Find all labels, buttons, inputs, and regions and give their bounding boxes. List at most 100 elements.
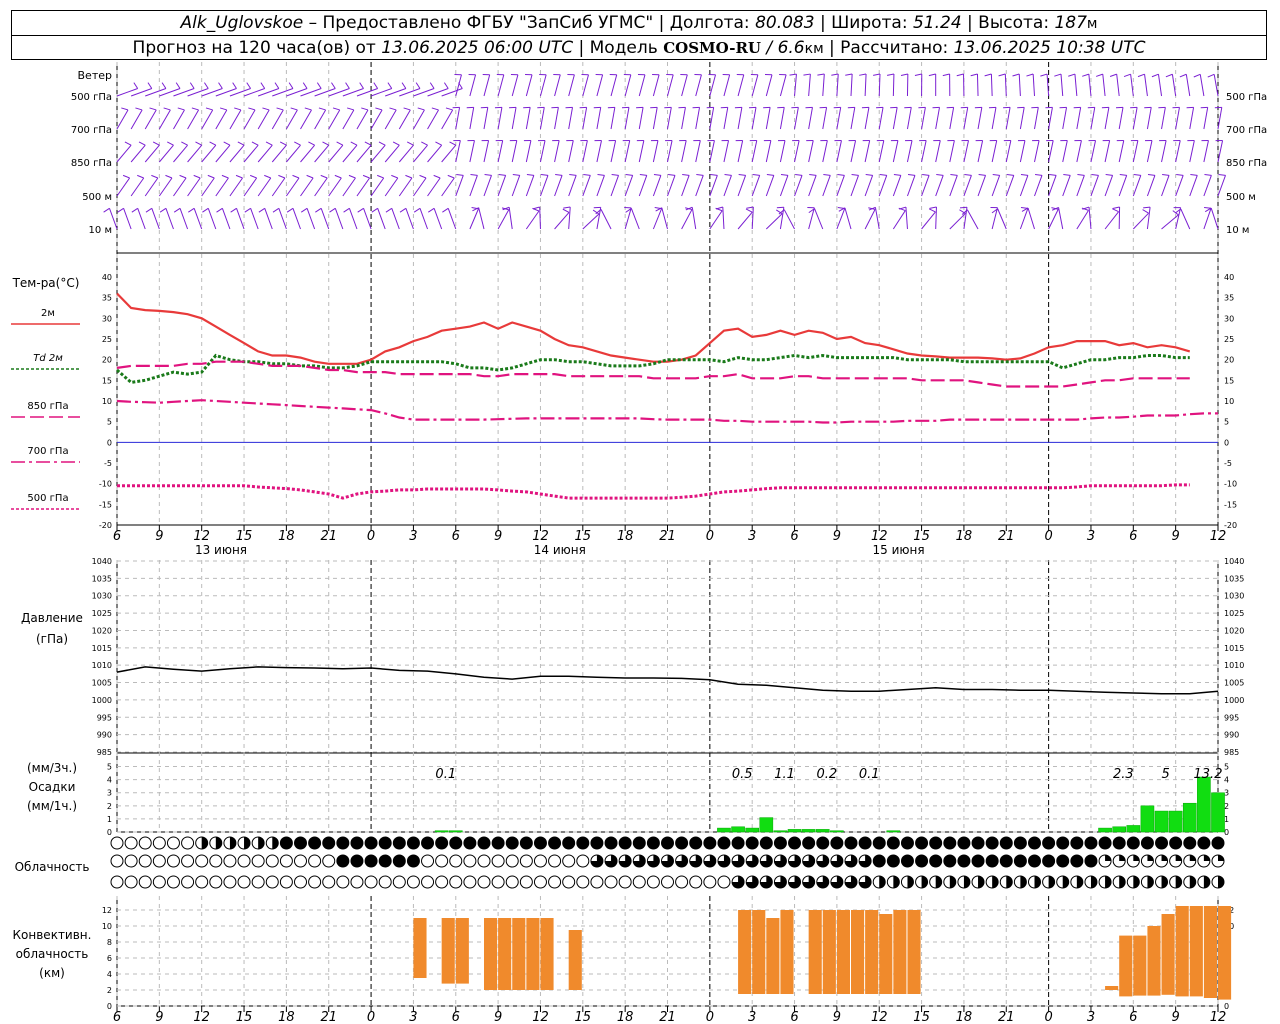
cloud-cover-circle	[322, 875, 336, 889]
pressure-tick-left: 995	[97, 713, 112, 722]
cloud-cover-fill	[229, 837, 236, 849]
cloud-cover-fill	[1203, 876, 1210, 888]
wind-barb	[596, 140, 602, 163]
cloud-cover-circle	[618, 875, 632, 889]
wind-barb	[356, 109, 369, 130]
wind-level-label-left: 500 гПа	[71, 92, 112, 103]
wind-barb	[271, 144, 287, 163]
cloud-cover-circle	[533, 875, 547, 889]
wind-barb-flag	[373, 82, 379, 89]
wind-barb	[130, 177, 145, 197]
wind-barb	[765, 140, 772, 163]
wind-barb-flag	[928, 73, 936, 77]
conv-cloud-bar	[540, 918, 554, 990]
wind-barb	[1032, 74, 1035, 97]
cloud-cover-fill	[907, 876, 914, 888]
wind-barb	[356, 177, 370, 197]
wind-barb	[1146, 175, 1156, 197]
conv-cloud-bar	[766, 918, 780, 994]
cloud-cover-fill	[1218, 876, 1224, 888]
time-tick-label: 18	[278, 529, 295, 544]
conv-cloud-bar	[851, 910, 865, 994]
wind-barb	[582, 140, 588, 163]
time-tick-label: 6	[1129, 529, 1137, 544]
wind-barb	[1090, 140, 1097, 163]
wind-barb	[977, 140, 984, 163]
precip-bar	[1211, 792, 1225, 833]
wind-barb-flag	[959, 206, 968, 209]
wind-barb	[681, 140, 687, 163]
cloud-cover-fill	[258, 837, 265, 849]
cloud-cover-circle	[703, 836, 717, 850]
temp-tick-left: -10	[99, 480, 112, 489]
wind-barb	[681, 107, 686, 130]
wind-barb	[1058, 207, 1064, 230]
wind-barb-flag	[399, 207, 407, 213]
time-tick-label: 9	[155, 529, 163, 544]
cloud-cover-circle	[336, 836, 350, 850]
cloud-cover-circle	[491, 836, 505, 850]
wind-barb-flag	[347, 107, 354, 111]
wind-barb	[596, 107, 602, 130]
wind-barb-flag	[230, 207, 237, 213]
cloud-cover-fill	[1076, 876, 1083, 888]
wind-barb	[1132, 212, 1149, 230]
wind-barb-flag	[1151, 73, 1159, 78]
wind-barb	[554, 74, 561, 97]
wind-barb	[158, 144, 174, 163]
wind-barb-flag	[181, 141, 188, 146]
cloud-cover-circle	[929, 854, 943, 868]
conv-cloud-bar	[413, 918, 427, 978]
cloud-cover-circle	[900, 836, 914, 850]
wind-barb	[1034, 140, 1040, 163]
cloud-cover-fill	[201, 837, 208, 849]
wind-barb	[469, 74, 477, 97]
wind-barb	[1203, 175, 1212, 197]
wind-barb	[539, 140, 546, 163]
wind-barb	[874, 207, 880, 230]
cloud-cover-circle	[378, 854, 392, 868]
wind-barb	[1090, 175, 1099, 197]
temp-legend-label: 700 гПа	[27, 446, 68, 457]
wind-barb	[751, 207, 754, 230]
cloud-cover-circle	[886, 836, 900, 850]
temp-tick-right: 40	[1224, 273, 1234, 282]
wind-barb	[1199, 74, 1205, 97]
cloud-cover-circle	[1084, 836, 1098, 850]
time-tick-label: 12	[1210, 1010, 1227, 1024]
wind-barb	[765, 74, 773, 97]
wind-barb-flag	[332, 107, 340, 111]
wind-barb	[1076, 107, 1082, 130]
wind-barb	[864, 73, 867, 97]
wind-barb	[384, 109, 397, 130]
cloud-cover-circle	[1070, 836, 1084, 850]
wind-barb	[508, 207, 513, 230]
wind-barb	[1217, 107, 1223, 130]
wind-barb	[836, 208, 846, 230]
wind-barb	[949, 213, 966, 230]
precip-bar	[1126, 825, 1141, 833]
cloud-cover-circle	[110, 875, 124, 889]
wind-barb-flag	[362, 174, 370, 179]
wind-barb	[158, 109, 171, 130]
wind-barb	[624, 107, 630, 130]
wind-barb-flag	[569, 173, 577, 176]
cloud-cover-circle	[406, 836, 420, 850]
wind-barb-flag	[387, 82, 393, 89]
cloud-cover-circle	[463, 875, 477, 889]
wind-barb-flag	[1091, 173, 1099, 176]
temp-tick-left: 40	[102, 273, 112, 282]
cloud-cover-circle	[279, 854, 293, 868]
wind-barb	[187, 109, 200, 130]
cloud-cover-circle	[717, 875, 731, 889]
wind-barb-flag	[276, 107, 284, 111]
temp-tick-right: -20	[1224, 521, 1237, 530]
time-tick-label: 9	[833, 1010, 841, 1024]
wind-barb	[779, 74, 787, 97]
wind-barb	[850, 140, 857, 163]
cloud-cover-circle	[392, 836, 406, 850]
time-tick-label: 21	[998, 529, 1015, 544]
cloud-cover-circle	[717, 836, 731, 850]
wind-barb	[300, 144, 316, 163]
wind-barb-flag	[179, 174, 187, 179]
